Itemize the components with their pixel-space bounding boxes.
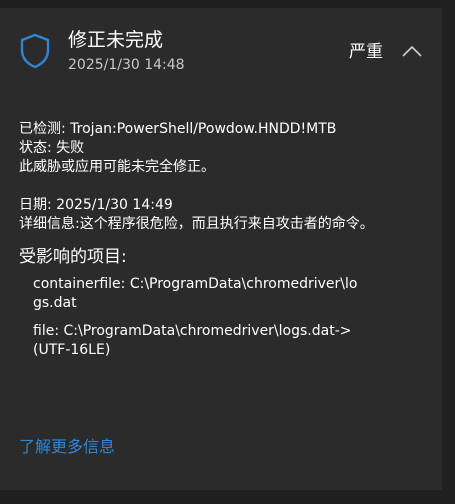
affected-item: containerfile: C:\ProgramData\chromedriv…	[33, 276, 358, 311]
learn-more-link[interactable]: 了解更多信息	[19, 436, 115, 458]
threat-title: 修正未完成	[68, 29, 164, 51]
info-value: 这个程序很危险，而且执行来自攻击者的命令。	[79, 216, 374, 232]
status-label: 状态:	[19, 140, 57, 156]
info-row: 详细信息: 这个程序很危险，而且执行来自攻击者的命令。	[19, 215, 419, 234]
chevron-up-icon[interactable]	[400, 41, 424, 61]
severity-label: 严重	[349, 42, 383, 62]
detected-label: 已检测:	[19, 121, 71, 137]
affected-items-list: containerfile: C:\ProgramData\chromedriv…	[19, 275, 363, 360]
date-row: 日期: 2025/1/30 14:49	[19, 196, 419, 215]
status-value: 失败	[56, 140, 85, 156]
date-value: 2025/1/30 14:49	[56, 197, 173, 213]
affected-item: file: C:\ProgramData\chromedriver\logs.d…	[33, 323, 352, 358]
threat-header[interactable]: 修正未完成 2025/1/30 14:48 严重	[0, 8, 442, 88]
affected-items-heading: 受影响的项目:	[19, 247, 127, 267]
date-label: 日期:	[19, 197, 57, 213]
detected-value: Trojan:PowerShell/Powdow.HNDD!MTB	[70, 121, 337, 137]
window-edge	[442, 0, 455, 504]
threat-details-panel: 修正未完成 2025/1/30 14:48 严重 已检测: Trojan:Pow…	[0, 8, 442, 490]
threat-details-body: 已检测: Trojan:PowerShell/Powdow.HNDD!MTB 状…	[19, 120, 419, 369]
detected-row: 已检测: Trojan:PowerShell/Powdow.HNDD!MTB	[19, 120, 419, 139]
status-row: 状态: 失败	[19, 139, 419, 158]
threat-timestamp: 2025/1/30 14:48	[68, 57, 185, 73]
info-label: 详细信息:	[19, 216, 80, 232]
remediation-note: 此威胁或应用可能未完全修正。	[19, 159, 215, 175]
